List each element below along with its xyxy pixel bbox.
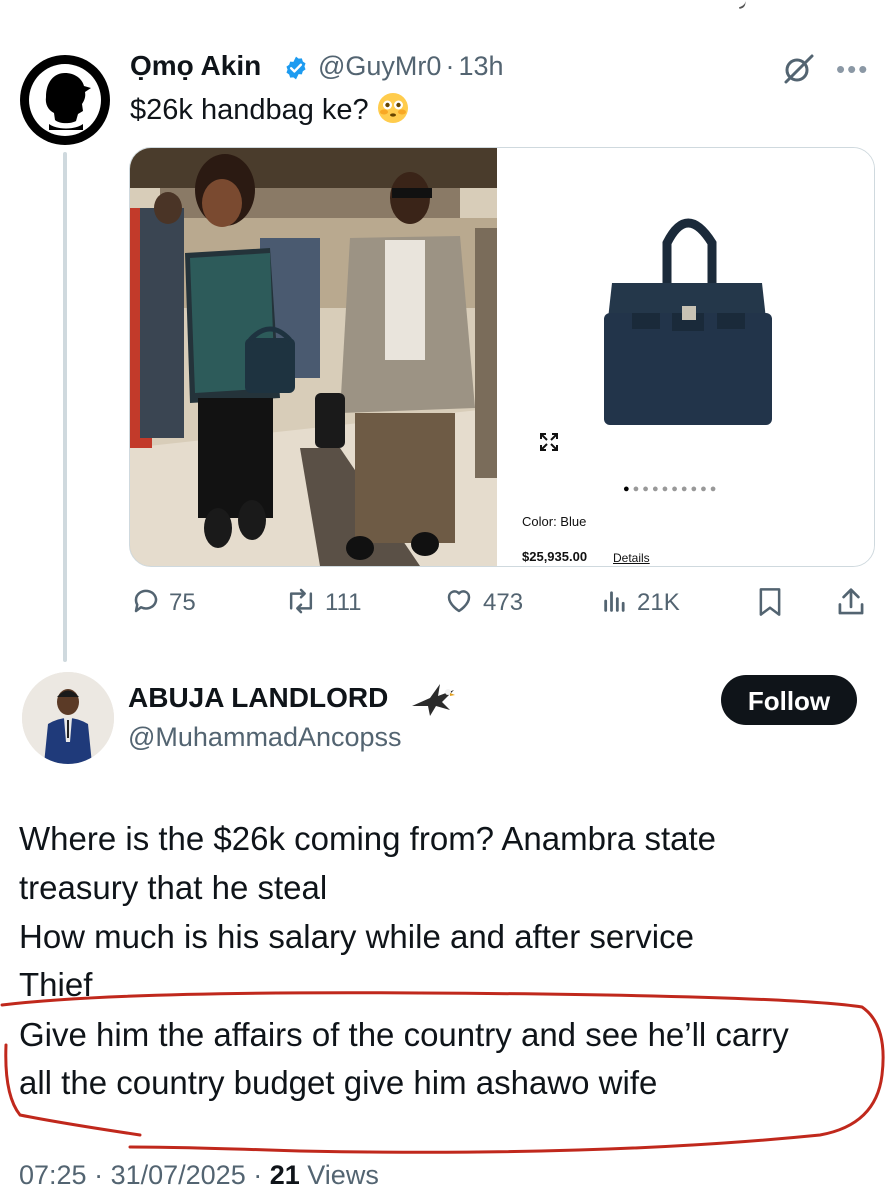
flushed-face-icon bbox=[377, 93, 408, 123]
reply-views-label: Views bbox=[307, 1160, 379, 1190]
like-count: 473 bbox=[483, 589, 524, 616]
repost-icon bbox=[289, 588, 313, 614]
reply-icon bbox=[134, 589, 158, 613]
analytics-icon bbox=[604, 591, 625, 612]
reply-text-line: all the country budget give him ashawo w… bbox=[19, 1064, 658, 1101]
handbag-image bbox=[604, 218, 772, 425]
product-panel: ●●●●●●●●●● Color: Blue $25,935.00 Detail… bbox=[497, 148, 874, 566]
like-action[interactable]: 473 bbox=[443, 586, 523, 617]
reply-text-line: How much is his salary while and after s… bbox=[19, 918, 694, 955]
reply-date[interactable]: 31/07/2025 bbox=[111, 1160, 246, 1190]
reply-count: 75 bbox=[169, 589, 196, 616]
more-options-icon[interactable]: ••• bbox=[836, 54, 869, 85]
reply-action[interactable]: 75 bbox=[131, 586, 196, 617]
thread-line bbox=[63, 152, 67, 662]
grok-icon[interactable] bbox=[782, 52, 816, 86]
repost-action[interactable]: 111 bbox=[285, 586, 361, 617]
reply-text-line: Where is the $26k coming from? Anambra s… bbox=[19, 820, 716, 857]
repost-count: 111 bbox=[325, 589, 362, 616]
reply-meta: 07:25 · 31/07/2025 · 21 Views bbox=[19, 1160, 379, 1190]
reply-avatar[interactable] bbox=[22, 672, 114, 764]
reply-views-count: 21 bbox=[269, 1160, 300, 1190]
parent-handle-line: @GuyMr0 · 13h bbox=[318, 51, 504, 81]
carousel-dots[interactable]: ●●●●●●●●●● bbox=[623, 483, 719, 495]
parent-avatar[interactable] bbox=[20, 55, 110, 145]
scroll-fragment bbox=[736, 0, 748, 10]
product-price: $25,935.00 bbox=[522, 549, 588, 564]
reply-text-line: Give him the affairs of the country and … bbox=[19, 1016, 789, 1053]
views-action[interactable]: 21K bbox=[601, 586, 680, 617]
eagle-icon bbox=[412, 684, 455, 716]
reply-display-name[interactable]: ABUJA LANDLORD bbox=[128, 682, 388, 714]
airport-photo[interactable] bbox=[130, 148, 497, 566]
share-icon[interactable] bbox=[836, 586, 866, 618]
reply-text-line: treasury that he steal bbox=[19, 869, 328, 906]
follow-button[interactable]: Follow bbox=[721, 675, 857, 725]
bookmark-icon[interactable] bbox=[756, 586, 784, 618]
parent-tweet-text: $26k handbag ke? bbox=[130, 92, 409, 127]
expand-icon[interactable] bbox=[538, 431, 560, 453]
parent-display-name[interactable]: Ọmọ Akin bbox=[130, 50, 261, 82]
parent-handle[interactable]: @GuyMr0 bbox=[318, 51, 441, 81]
parent-time[interactable]: 13h bbox=[458, 51, 503, 81]
tweet-media[interactable]: ●●●●●●●●●● Color: Blue $25,935.00 Detail… bbox=[129, 147, 875, 567]
product-color: Color: Blue bbox=[522, 514, 587, 529]
views-count: 21K bbox=[637, 589, 680, 616]
verified-badge-icon bbox=[286, 56, 306, 80]
product-details-link[interactable]: Details bbox=[613, 551, 650, 565]
reply-handle[interactable]: @MuhammadAncopss bbox=[128, 722, 402, 753]
reply-time[interactable]: 07:25 bbox=[19, 1160, 87, 1190]
reply-text-line: Thief bbox=[19, 966, 93, 1003]
heart-icon bbox=[447, 590, 471, 613]
parent-text: $26k handbag ke? bbox=[130, 94, 369, 126]
